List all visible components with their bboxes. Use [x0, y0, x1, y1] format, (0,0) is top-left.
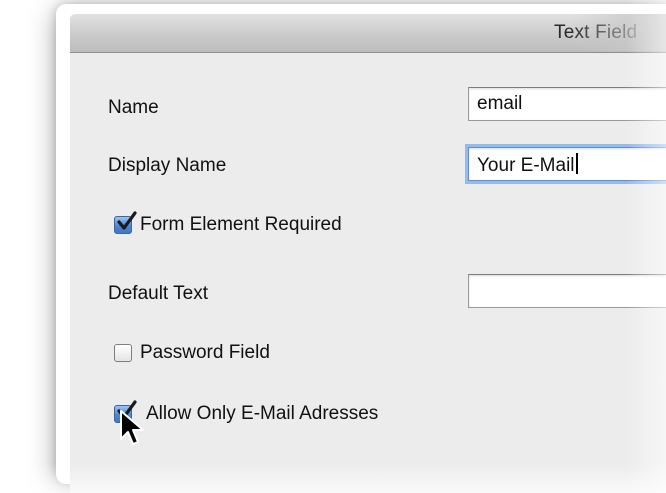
password-field-checkbox[interactable] — [114, 344, 132, 362]
form-element-required-checkbox[interactable] — [114, 211, 137, 234]
default-text-input[interactable] — [468, 274, 666, 308]
name-input[interactable]: email — [468, 87, 666, 121]
name-input-value: email — [477, 93, 523, 114]
title-fade — [570, 14, 666, 51]
checkmark-icon — [117, 211, 137, 230]
display-name-label: Display Name — [108, 155, 227, 176]
default-text-label: Default Text — [108, 283, 208, 304]
display-name-input[interactable]: Your E-Mail — [468, 147, 666, 181]
password-field-label: Password Field — [140, 342, 270, 363]
screenshot-stage: Text Field Name email Display Name Your … — [0, 0, 666, 493]
title-bar[interactable]: Text Field — [70, 14, 666, 53]
allow-only-email-label: Allow Only E-Mail Adresses — [146, 403, 379, 424]
name-label: Name — [108, 97, 159, 118]
text-caret — [575, 153, 578, 174]
text-field-dialog: Text Field Name email Display Name Your … — [70, 14, 666, 493]
display-name-input-value: Your E-Mail — [477, 155, 575, 176]
form-element-required-label: Form Element Required — [140, 214, 342, 235]
mouse-pointer-icon — [120, 410, 144, 445]
